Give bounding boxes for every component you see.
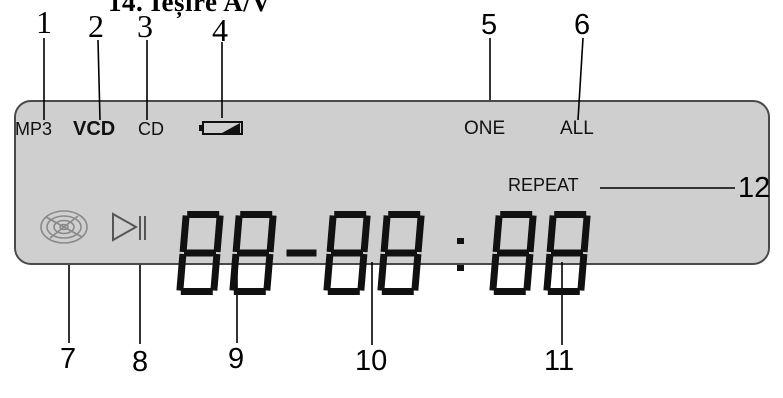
- digit-3-segment-b: [360, 215, 371, 253]
- digit-1-segment-b: [213, 215, 224, 253]
- digit-4-segment-e: [377, 253, 388, 291]
- digit-6-segment-e: [543, 253, 554, 291]
- digit-6-segment-b: [580, 215, 591, 253]
- callout-12: 12: [738, 172, 771, 204]
- callout-5: 5: [481, 9, 498, 41]
- seven-segment-display: [176, 211, 591, 295]
- callout-2: 2: [88, 8, 104, 44]
- callout-1: 1: [36, 4, 52, 40]
- digit-5-segment-b: [526, 215, 537, 253]
- diagram-graphics: [40, 37, 735, 345]
- digit-5-segment-f: [492, 215, 503, 253]
- disc-icon: [40, 210, 88, 244]
- digit-6-segment-f: [546, 215, 557, 253]
- play-pause-icon: [112, 212, 146, 242]
- digit-3-segment-f: [326, 215, 337, 253]
- battery-icon: [199, 121, 243, 135]
- callout-10: 10: [355, 345, 388, 377]
- leader-lines: [43, 37, 735, 345]
- digit-5-segment-c: [523, 253, 534, 291]
- separator-colon-dot-1: [457, 238, 464, 244]
- digit-2-segment-b: [266, 215, 277, 253]
- digit-3-segment-c: [357, 253, 368, 291]
- leader-line-2: [97, 39, 101, 121]
- digit-4-segment-b: [414, 215, 425, 253]
- callout-3: 3: [137, 8, 153, 44]
- digit-2-segment-f: [232, 215, 243, 253]
- separator-colon-dot-2: [457, 265, 464, 271]
- digit-3-segment-e: [323, 253, 334, 291]
- digit-4-segment-f: [380, 215, 391, 253]
- callout-6: 6: [574, 9, 591, 41]
- callout-4: 4: [212, 12, 228, 48]
- callout-9: 9: [228, 343, 245, 375]
- digit-5-segment-e: [489, 253, 500, 291]
- callout-8: 8: [132, 346, 149, 378]
- digit-6-segment-c: [577, 253, 588, 291]
- digit-2-segment-e: [229, 253, 240, 291]
- digit-2-segment-c: [263, 253, 274, 291]
- digit-1-segment-c: [210, 253, 221, 291]
- digit-4-segment-c: [411, 253, 422, 291]
- callout-7: 7: [60, 343, 77, 375]
- leader-line-6: [577, 37, 584, 121]
- digit-1-segment-f: [179, 215, 190, 253]
- callout-11: 11: [544, 345, 575, 377]
- digit-1-segment-e: [176, 253, 187, 291]
